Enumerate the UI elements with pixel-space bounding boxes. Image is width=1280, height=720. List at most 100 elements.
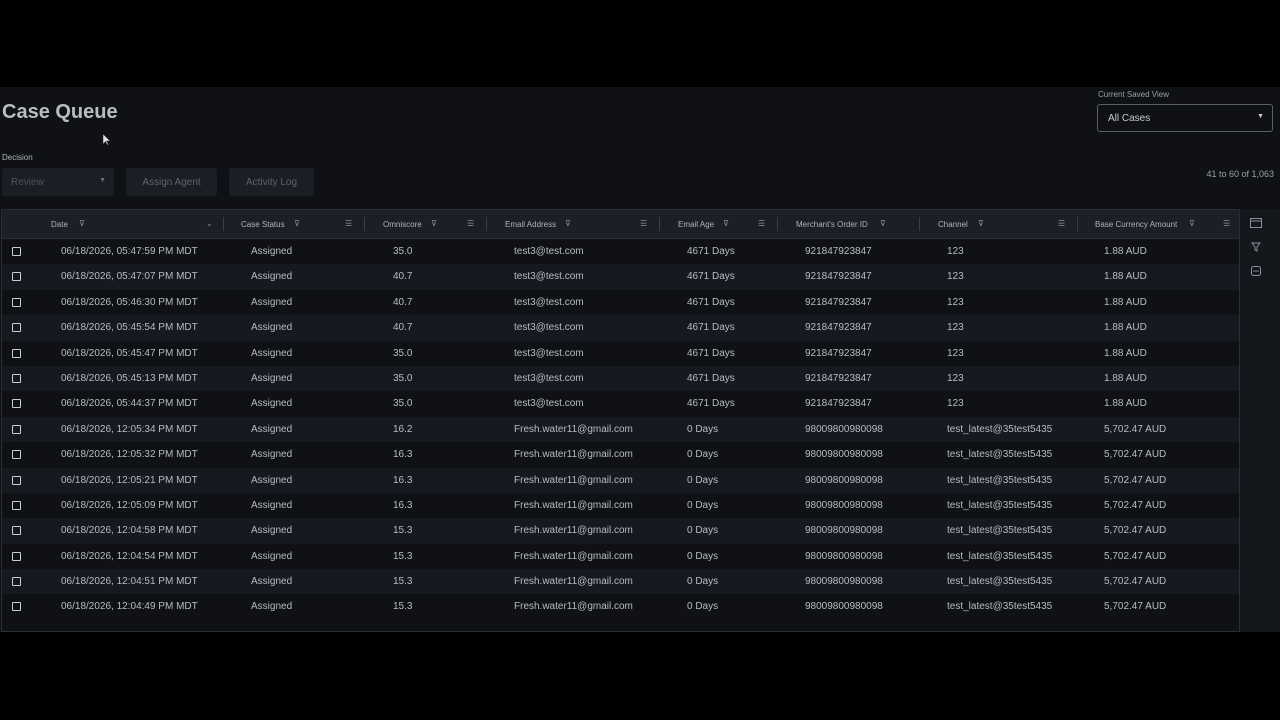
column-header-amount[interactable]: Base Currency Amount <box>1095 210 1177 238</box>
cell-email: test3@test.com <box>514 246 584 257</box>
column-divider[interactable] <box>919 217 920 231</box>
saved-view-value: All Cases <box>1108 113 1151 124</box>
table-row[interactable]: 06/18/2026, 12:05:34 PM MDT Assigned 16.2 F… <box>2 416 1239 443</box>
cell-omniscore: 15.3 <box>393 576 413 588</box>
row-checkbox[interactable] <box>12 450 21 460</box>
column-menu-icon[interactable]: ☰ <box>345 219 352 228</box>
table-row[interactable]: 06/18/2026, 05:44:37 PM MDT Assigned 35.0 t… <box>2 391 1239 417</box>
row-checkbox[interactable] <box>12 526 21 536</box>
cell-amount: 1.88 AUD <box>1104 271 1147 283</box>
column-divider[interactable] <box>1077 217 1078 231</box>
column-divider[interactable] <box>659 217 660 231</box>
cell-email: test3@test.com <box>514 296 584 308</box>
cell-email: Fresh.water11@gmail.com <box>514 474 633 486</box>
row-checkbox[interactable] <box>12 399 21 409</box>
cell-channel: test_latest@35test5435 <box>947 550 1053 562</box>
column-header-email[interactable]: Email Address <box>505 210 556 238</box>
cell-status: Assigned <box>251 525 293 537</box>
table-row[interactable]: 06/18/2026, 12:05:09 PM MDT Assigned 16.3 F… <box>2 492 1239 519</box>
cell-email: test3@test.com <box>514 372 584 384</box>
column-filter-icon[interactable]: ⊽ <box>1189 219 1195 228</box>
columns-icon[interactable] <box>1250 217 1262 229</box>
filter-icon[interactable] <box>1250 241 1262 253</box>
sort-icon[interactable]: ⌄ <box>206 219 213 228</box>
cell-status: Assigned <box>251 372 293 384</box>
column-menu-icon[interactable]: ☰ <box>640 219 647 228</box>
table-row[interactable]: 06/18/2026, 05:47:59 PM MDT Assigned 35.0 t… <box>2 239 1239 265</box>
column-header-channel[interactable]: Channel <box>938 210 968 238</box>
cell-amount: 1.88 AUD <box>1104 372 1147 384</box>
row-checkbox[interactable] <box>12 551 21 561</box>
column-filter-icon[interactable]: ⊽ <box>431 219 437 228</box>
column-divider[interactable] <box>777 217 778 231</box>
column-divider[interactable] <box>486 217 487 231</box>
column-divider[interactable] <box>223 217 224 231</box>
column-header-email-age[interactable]: Email Age <box>678 210 714 238</box>
cell-status: Assigned <box>251 322 293 334</box>
cell-email: test3@test.com <box>514 347 584 359</box>
column-menu-icon[interactable]: ☰ <box>1058 219 1065 228</box>
cell-omniscore: 15.3 <box>393 550 413 562</box>
column-filter-icon[interactable]: ⊽ <box>79 219 85 228</box>
table-row[interactable]: 06/18/2026, 12:04:49 PM MDT Assigned 15.3 F… <box>2 594 1239 620</box>
column-menu-icon[interactable]: ☰ <box>467 219 474 228</box>
row-checkbox[interactable] <box>12 323 21 333</box>
cell-email-age: 4671 Days <box>687 372 735 384</box>
cell-date: 06/18/2026, 12:05:09 PM MDT <box>61 499 198 511</box>
activity-log-button[interactable]: Activity Log <box>229 168 314 196</box>
case-table: Date ⊽ ⌄ Case Status ⊽ ☰ Omniscore ⊽ ☰ Email Addr… <box>1 209 1239 632</box>
column-header-status[interactable]: Case Status <box>241 210 285 238</box>
row-checkbox[interactable] <box>12 424 21 434</box>
cell-date: 06/18/2026, 05:45:13 PM MDT <box>61 372 198 384</box>
row-checkbox[interactable] <box>12 577 21 587</box>
cell-amount: 1.88 AUD <box>1104 246 1147 257</box>
table-row[interactable]: 06/18/2026, 12:05:32 PM MDT Assigned 16.3 F… <box>2 442 1239 468</box>
cell-order-id: 98009800980098 <box>805 423 883 435</box>
cell-amount: 1.88 AUD <box>1104 347 1147 359</box>
table-header: Date ⊽ ⌄ Case Status ⊽ ☰ Omniscore ⊽ ☰ Email Addr… <box>2 210 1239 239</box>
table-row[interactable]: 06/18/2026, 05:45:47 PM MDT Assigned 35.0 t… <box>2 340 1239 366</box>
column-filter-icon[interactable]: ⊽ <box>978 219 984 228</box>
column-menu-icon[interactable]: ☰ <box>758 219 765 228</box>
column-header-omniscore[interactable]: Omniscore <box>383 210 422 238</box>
cell-email: Fresh.water11@gmail.com <box>514 449 633 461</box>
cell-amount: 5,702.47 AUD <box>1104 576 1167 588</box>
row-checkbox[interactable] <box>12 602 21 612</box>
assign-agent-button[interactable]: Assign Agent <box>126 168 217 196</box>
cell-email: test3@test.com <box>514 271 584 283</box>
cell-email-age: 0 Days <box>687 423 719 435</box>
table-row[interactable]: 06/18/2026, 05:45:13 PM MDT Assigned 35.0 t… <box>2 365 1239 392</box>
table-row[interactable]: 06/18/2026, 12:04:54 PM MDT Assigned 15.3 F… <box>2 543 1239 570</box>
row-checkbox[interactable] <box>12 297 21 307</box>
row-checkbox[interactable] <box>12 348 21 358</box>
cell-email: Fresh.water11@gmail.com <box>514 525 633 537</box>
row-checkbox[interactable] <box>12 373 21 383</box>
row-checkbox[interactable] <box>12 272 21 282</box>
row-checkbox[interactable] <box>12 500 21 510</box>
cell-status: Assigned <box>251 499 293 511</box>
table-row[interactable]: 06/18/2026, 12:05:21 PM MDT Assigned 16.3 F… <box>2 467 1239 493</box>
column-header-date[interactable]: Date <box>51 210 68 238</box>
column-filter-icon[interactable]: ⊽ <box>880 219 886 228</box>
saved-view-select[interactable]: All Cases ▼ <box>1097 104 1273 132</box>
table-row[interactable]: 06/18/2026, 05:45:54 PM MDT Assigned 40.7 t… <box>2 315 1239 341</box>
cell-order-id: 98009800980098 <box>805 576 883 588</box>
cell-date: 06/18/2026, 05:45:54 PM MDT <box>61 322 198 334</box>
table-row[interactable]: 06/18/2026, 05:47:07 PM MDT Assigned 40.7 t… <box>2 264 1239 290</box>
column-filter-icon[interactable]: ⊽ <box>294 219 300 228</box>
column-filter-icon[interactable]: ⊽ <box>723 219 729 228</box>
row-checkbox[interactable] <box>12 247 21 256</box>
table-row[interactable]: 06/18/2026, 05:46:30 PM MDT Assigned 40.7 t… <box>2 289 1239 316</box>
more-options-icon[interactable] <box>1250 265 1262 277</box>
table-row[interactable]: 06/18/2026, 12:04:51 PM MDT Assigned 15.3 F… <box>2 569 1239 595</box>
table-row[interactable]: 06/18/2026, 12:04:58 PM MDT Assigned 15.3 F… <box>2 518 1239 544</box>
row-checkbox[interactable] <box>12 475 21 485</box>
column-filter-icon[interactable]: ⊽ <box>565 219 571 228</box>
cell-omniscore: 15.3 <box>393 601 413 613</box>
decision-select[interactable]: Review ▼ <box>2 168 114 196</box>
column-header-order-id[interactable]: Merchant's Order ID <box>796 210 868 238</box>
cell-channel: test_latest@35test5435 <box>947 449 1053 461</box>
cell-email-age: 4671 Days <box>687 271 735 283</box>
column-menu-icon[interactable]: ☰ <box>1223 219 1230 228</box>
column-divider[interactable] <box>364 217 365 231</box>
